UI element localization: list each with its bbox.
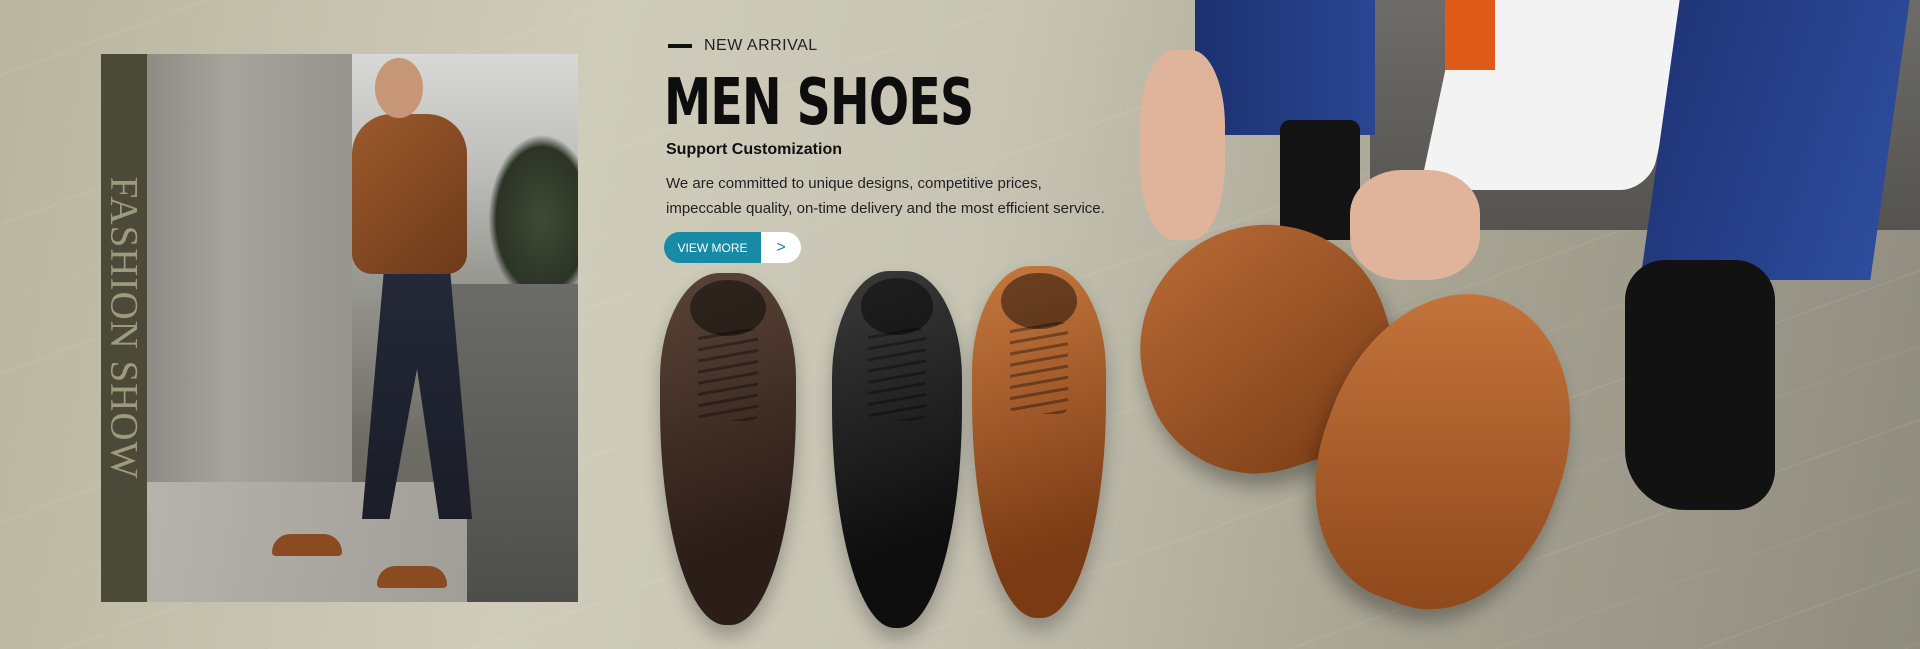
eyebrow-label: NEW ARRIVAL: [704, 37, 818, 54]
hand-right: [1350, 170, 1480, 280]
fashion-show-vertical-text: FASHION SHOW: [102, 176, 146, 480]
headline: MEN SHOES: [664, 66, 974, 140]
shoe-opening: [689, 280, 767, 337]
photo-trees: [488, 134, 578, 304]
new-arrival-eyebrow: NEW ARRIVAL: [668, 37, 818, 55]
view-more-button[interactable]: VIEW MORE >: [664, 232, 801, 263]
eyebrow-dash: [668, 44, 692, 48]
description-line-1: We are committed to unique designs, comp…: [666, 175, 1042, 192]
tie: [1445, 0, 1495, 70]
description-line-2: impeccable quality, on-time delivery and…: [666, 200, 1105, 217]
shoe-laces: [868, 328, 926, 421]
fashion-show-photo-card: FASHION SHOW: [101, 54, 578, 602]
hand-left: [1140, 50, 1225, 240]
trouser-leg-right: [1640, 0, 1910, 280]
side-strip: FASHION SHOW: [101, 54, 147, 602]
shoe-opening: [860, 278, 934, 336]
view-more-label: VIEW MORE: [664, 232, 761, 263]
model-shoe-right: [377, 566, 447, 588]
shoe-laces: [698, 329, 758, 421]
sock-right: [1625, 260, 1775, 510]
chevron-right-icon: >: [761, 232, 801, 263]
lifestyle-photo: [1130, 0, 1920, 649]
shoe-laces: [1009, 322, 1069, 414]
model-shoe-left: [272, 534, 342, 556]
subheading: Support Customization: [666, 141, 842, 158]
model-head: [375, 58, 423, 118]
model-photo: [147, 54, 578, 602]
model-leather-jacket: [352, 114, 467, 274]
shoe-opening: [1001, 273, 1077, 330]
sock-left: [1280, 120, 1360, 240]
description: We are committed to unique designs, comp…: [666, 171, 1166, 221]
